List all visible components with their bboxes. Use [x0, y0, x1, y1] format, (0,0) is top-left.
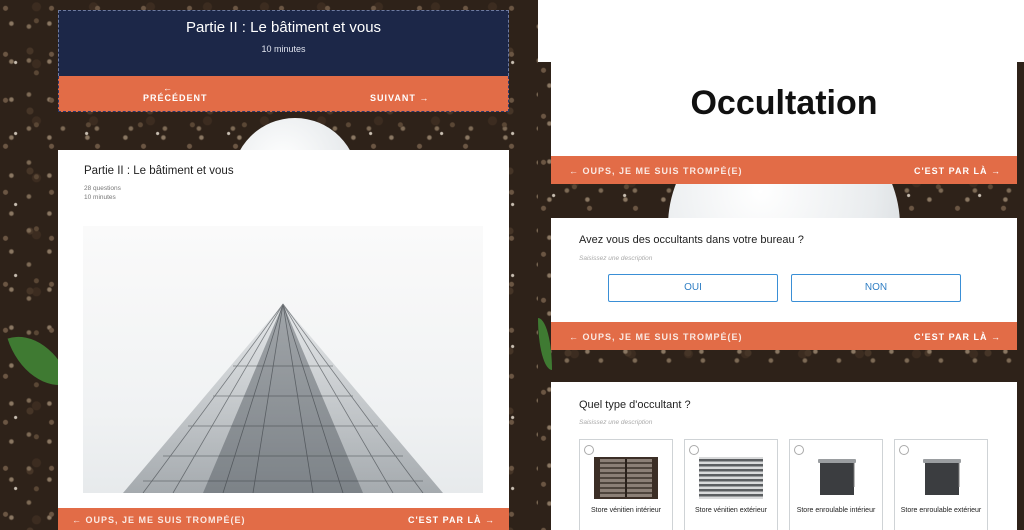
section-nav-bar: ← PRÉCÉDENT SUIVANT → [58, 76, 509, 112]
question-card-occultants: Avez vous des occultants dans votre bure… [551, 218, 1017, 322]
section-duration: 10 minutes [261, 44, 306, 54]
intro-duration: 10 minutes [84, 194, 116, 201]
question-description: Saisissez une description [579, 255, 653, 262]
next-button[interactable]: SUIVANT → [370, 93, 429, 103]
venetian-interior-image [594, 457, 658, 499]
option-venetian-exterior[interactable]: Store vénitien extérieur [684, 439, 778, 530]
option-label: Store vénitien intérieur [590, 507, 662, 514]
option-label: Store enroulable extérieur [900, 507, 982, 514]
heading-nav-bar: ← OUPS, JE ME SUIS TROMPÉ(E) C'EST PAR L… [551, 156, 1017, 184]
question-description: Saisissez une description [579, 419, 653, 426]
radio-button[interactable] [689, 445, 699, 455]
option-label: Store vénitien extérieur [695, 507, 767, 514]
back-button[interactable]: ← OUPS, JE ME SUIS TROMPÉ(E) [569, 166, 743, 176]
option-roller-interior[interactable]: Store enroulable intérieur [789, 439, 883, 530]
radio-button[interactable] [899, 445, 909, 455]
roller-exterior-image [909, 457, 973, 499]
question-card-type: Quel type d'occultant ? Saisissez une de… [551, 382, 1017, 530]
section-title: Partie II : Le bâtiment et vous [185, 19, 382, 36]
question-label: Quel type d'occultant ? [579, 399, 691, 411]
roller-interior-image [804, 457, 868, 499]
screenshot-stage: Partie II : Le bâtiment et vous 10 minut… [0, 0, 1024, 530]
option-venetian-interior[interactable]: Store vénitien intérieur [579, 439, 673, 530]
intro-question-count: 28 questions [84, 185, 121, 192]
back-button[interactable]: ← OUPS, JE ME SUIS TROMPÉ(E) [569, 332, 743, 342]
radio-button[interactable] [794, 445, 804, 455]
yes-button[interactable]: OUI [608, 274, 778, 302]
venetian-exterior-image [699, 457, 763, 499]
continue-button[interactable]: C'EST PAR LÀ → [408, 515, 495, 525]
radio-button[interactable] [584, 445, 594, 455]
question-label: Avez vous des occultants dans votre bure… [579, 234, 804, 246]
intro-card-title: Partie II : Le bâtiment et vous [84, 165, 234, 177]
question-nav-bar: ← OUPS, JE ME SUIS TROMPÉ(E) C'EST PAR L… [551, 322, 1017, 350]
intro-nav-bar: ← OUPS, JE ME SUIS TROMPÉ(E) C'EST PAR L… [58, 508, 509, 530]
back-button[interactable]: ← OUPS, JE ME SUIS TROMPÉ(E) [72, 515, 246, 525]
previous-button[interactable]: PRÉCÉDENT [143, 93, 208, 103]
building-image [83, 226, 483, 493]
section-header: Partie II : Le bâtiment et vous 10 minut… [58, 10, 509, 76]
continue-button[interactable]: C'EST PAR LÀ → [914, 166, 1001, 176]
no-button[interactable]: NON [791, 274, 961, 302]
continue-button[interactable]: C'EST PAR LÀ → [914, 332, 1001, 342]
prev-arrow-icon: ← [163, 83, 173, 93]
option-roller-exterior[interactable]: Store enroulable extérieur [894, 439, 988, 530]
occultation-heading-card: Occultation [551, 62, 1017, 156]
page-title: Occultation [690, 84, 878, 122]
option-label: Store enroulable intérieur [796, 507, 876, 514]
